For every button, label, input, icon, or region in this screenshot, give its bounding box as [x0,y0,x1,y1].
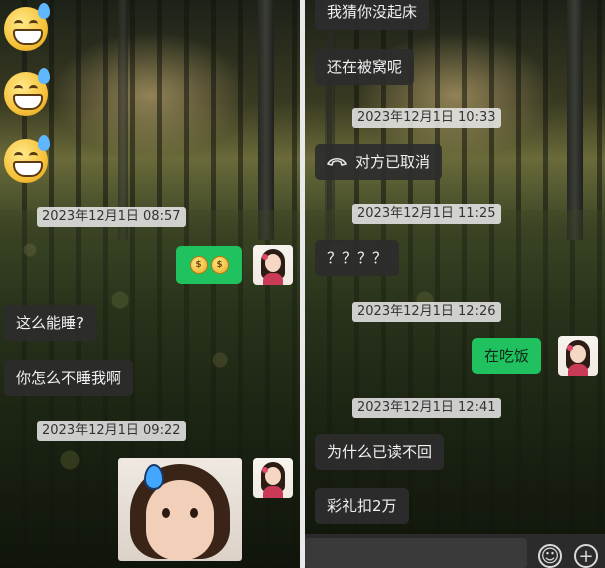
timestamp: 2023年12月1日 10:33 [352,108,501,128]
tree-trunk [118,0,128,240]
right-chat-screen: 我猜你没起床 还在被窝呢 2023年12月1日 10:33 对方已取消 2023… [305,0,605,568]
plus-icon[interactable]: + [574,544,598,568]
received-message[interactable]: 彩礼扣2万 [315,488,409,524]
call-status-text: 对方已取消 [355,153,431,171]
timestamp: 2023年12月1日 11:25 [352,204,501,224]
timestamp: 2023年12月1日 12:26 [352,302,501,322]
sent-coin-sticker[interactable]: $ $ [176,246,242,284]
received-message[interactable]: 你怎么不睡我啊 [4,360,134,396]
phone-hangup-icon [327,157,347,166]
received-message[interactable]: 这么能睡? [4,305,96,341]
timestamp: 2023年12月1日 08:57 [37,207,186,227]
received-message[interactable]: 我猜你没起床 [315,0,430,30]
grinning-sweat-emoji[interactable] [4,3,50,51]
sweat-drop-icon [38,135,50,151]
avatar[interactable] [558,336,598,376]
tree-trunk [258,0,274,240]
timestamp: 2023年12月1日 12:41 [352,398,501,418]
sweat-drop-icon [38,68,50,84]
received-message[interactable]: 还在被窝呢 [315,49,415,85]
tree-trunk [567,0,583,240]
emoji-icon[interactable]: ☺ [538,544,562,568]
sweat-drop-icon [38,3,50,19]
left-chat-screen: 2023年12月1日 08:57 $ $ 这么能睡? 你怎么不睡我啊 2023年… [0,0,300,568]
received-message[interactable]: 为什么已读不回 [315,434,445,470]
sweat-drop-icon [144,464,164,490]
crying-child-photo[interactable] [118,458,242,561]
received-message[interactable]: ？？？？ [315,240,400,276]
avatar[interactable] [253,245,293,285]
timestamp: 2023年12月1日 09:22 [37,421,186,441]
call-cancelled-message[interactable]: 对方已取消 [315,144,443,180]
coin-icon: $ [189,256,208,274]
tree-trunk [325,0,335,240]
avatar[interactable] [253,458,293,498]
coin-icon: $ [210,256,229,274]
grinning-sweat-emoji[interactable] [4,68,50,116]
message-input[interactable] [305,538,527,568]
grinning-sweat-emoji[interactable] [4,135,50,183]
sent-message[interactable]: 在吃饭 [472,338,542,374]
